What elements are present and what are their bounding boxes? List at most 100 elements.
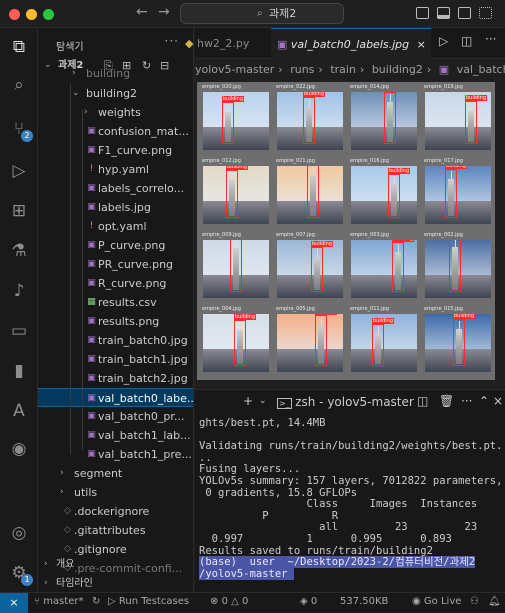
- remote-indicator-icon[interactable]: ⨯: [0, 593, 28, 613]
- breadcrumb-item[interactable]: building2: [372, 63, 423, 76]
- remote-explorer-icon[interactable]: ▭: [8, 320, 30, 342]
- chevron-down-icon[interactable]: ⌄: [259, 396, 267, 406]
- tree-file[interactable]: ! hyp.yaml: [38, 160, 193, 179]
- tree-file[interactable]: ◇ .gitattributes: [38, 521, 193, 540]
- testing-icon[interactable]: ⚗: [8, 240, 30, 262]
- breadcrumb-item[interactable]: runs: [290, 63, 314, 76]
- tab-hw2-2-py[interactable]: ◆ hw2_2.py: [185, 28, 263, 59]
- terminal-selector[interactable]: >_ zsh - yolov5-master: [277, 395, 414, 409]
- image-preview: empire_020.jpg building empire_022.jpg buil…: [197, 82, 495, 380]
- tree-file[interactable]: ▣ val_batch1_pre...: [38, 445, 193, 464]
- command-center-search[interactable]: ⌕ 과제2: [180, 3, 344, 24]
- preview-tile: empire_020.jpg building: [201, 84, 271, 154]
- tree-file[interactable]: ▣ train_batch1.jpg: [38, 350, 193, 369]
- maximize-window-button[interactable]: [43, 9, 54, 20]
- tree-file[interactable]: ▣ val_batch1_lab...: [38, 426, 193, 445]
- errors-status[interactable]: ⊗ 0 △ 0: [210, 596, 248, 607]
- charts-icon[interactable]: ▮: [8, 360, 30, 382]
- split-terminal-icon[interactable]: ◫: [417, 394, 428, 408]
- forward-arrow-icon[interactable]: →: [158, 4, 170, 20]
- building-photo: building: [203, 166, 269, 224]
- run-debug-icon[interactable]: ▷: [8, 160, 30, 182]
- terminal-output[interactable]: ghts/best.pt, 14.4MB Validating runs/trai…: [199, 417, 502, 580]
- outline-section[interactable]: › 개요: [38, 555, 193, 574]
- split-editor-icon[interactable]: ◫: [461, 34, 472, 48]
- toggle-secondary-sidebar-icon[interactable]: [458, 7, 471, 19]
- timeline-section[interactable]: › 타임라인: [38, 574, 193, 592]
- copilot-icon[interactable]: ⚇: [470, 596, 479, 607]
- terminal-line: ghts/best.pt, 14.4MB: [199, 417, 326, 429]
- tree-file[interactable]: ▣ train_batch0.jpg: [38, 331, 193, 350]
- breadcrumb-item[interactable]: yolov5-master: [195, 63, 274, 76]
- tree-item-label: weights: [98, 106, 141, 119]
- more-actions-icon[interactable]: ···: [461, 394, 472, 408]
- minimize-window-button[interactable]: [26, 9, 37, 20]
- bounding-box-label: building: [372, 318, 395, 324]
- tile-filename: empire_003.jpg: [350, 232, 389, 238]
- tree-file[interactable]: ◇ .dockerignore: [38, 502, 193, 521]
- image-file-icon: ▣: [87, 449, 96, 459]
- preview-tile: empire_014.jpg building: [349, 84, 419, 154]
- tree-item-label: labels.jpg: [98, 201, 151, 214]
- extensions-icon[interactable]: ⊞: [8, 200, 30, 222]
- tile-filename: empire_017.jpg: [424, 158, 463, 164]
- branch-status[interactable]: ⑂ master*: [34, 596, 83, 607]
- tree-file[interactable]: ▣ F1_curve.png: [38, 141, 193, 160]
- tab-val-batch0-labels[interactable]: ▣ val_batch0_labels.jpg ×: [271, 28, 431, 59]
- breadcrumb-item[interactable]: val_batch0_labels.jpg: [457, 63, 505, 76]
- image-icon: ▣: [438, 63, 450, 76]
- ports-icon[interactable]: ◈ 0: [300, 596, 317, 607]
- tree-file[interactable]: ▣ val_batch0_pr...: [38, 407, 193, 426]
- tile-filename: empire_021.jpg: [276, 158, 315, 164]
- back-arrow-icon[interactable]: ←: [136, 4, 148, 20]
- tree-folder[interactable]: › building: [38, 64, 193, 83]
- github-icon[interactable]: ◉: [8, 438, 30, 460]
- tree-file[interactable]: ▣ PR_curve.png: [38, 255, 193, 274]
- maximize-panel-icon[interactable]: ⌃: [479, 394, 489, 408]
- breadcrumb-item[interactable]: train: [330, 63, 356, 76]
- more-actions-icon[interactable]: ···: [485, 32, 496, 46]
- toggle-sidebar-icon[interactable]: [416, 7, 429, 19]
- tree-file[interactable]: ▣ P_curve.png: [38, 236, 193, 255]
- tree-file[interactable]: ! opt.yaml: [38, 217, 193, 236]
- notifications-icon[interactable]: 🔔︎: [488, 596, 501, 607]
- go-live-button[interactable]: ◉ Go Live: [412, 596, 461, 607]
- tree-file[interactable]: ▣ confusion_mat...: [38, 122, 193, 141]
- tree-folder[interactable]: › weights: [38, 103, 193, 122]
- tree-file[interactable]: ▣ labels.jpg: [38, 198, 193, 217]
- tree-file[interactable]: ▣ results.png: [38, 312, 193, 331]
- tree-folder[interactable]: › segment: [38, 464, 193, 483]
- tree-item-label: opt.yaml: [98, 220, 147, 233]
- run-icon[interactable]: ▷: [439, 34, 448, 48]
- problems-status[interactable]: ▷ Run Testcases: [108, 596, 189, 607]
- customize-layout-icon[interactable]: [479, 7, 492, 19]
- close-tab-icon[interactable]: ×: [417, 38, 426, 51]
- bounding-box: [465, 101, 477, 144]
- building-photo: building: [277, 240, 343, 298]
- tree-file[interactable]: ▣ R_curve.png: [38, 274, 193, 293]
- toggle-panel-icon[interactable]: [437, 7, 450, 19]
- close-window-button[interactable]: [9, 9, 20, 20]
- tree-folder[interactable]: ⌄ building2: [38, 84, 193, 103]
- azure-icon[interactable]: A: [8, 400, 30, 422]
- building-photo: building: [351, 166, 417, 224]
- tree-file[interactable]: ▣ train_batch2.jpg: [38, 369, 193, 388]
- bounding-box-label: building: [226, 166, 249, 170]
- new-terminal-icon[interactable]: +: [243, 394, 253, 408]
- search-icon[interactable]: ⌕: [8, 74, 30, 96]
- sync-icon[interactable]: ↻: [92, 596, 100, 607]
- timeline-icon[interactable]: ♪: [8, 280, 30, 302]
- tree-file[interactable]: ▦ results.csv: [38, 293, 193, 312]
- trash-icon[interactable]: 🗑︎: [439, 394, 454, 408]
- explorer-icon[interactable]: ⧉: [8, 36, 30, 58]
- tree-file[interactable]: ▣ labels_correlo...: [38, 179, 193, 198]
- account-icon[interactable]: ◎: [8, 522, 30, 544]
- tree-folder[interactable]: › utils: [38, 483, 193, 502]
- bounding-box-label: building: [315, 314, 338, 315]
- tree-file[interactable]: ▣ val_batch0_labe...: [38, 388, 193, 407]
- close-panel-icon[interactable]: ×: [493, 394, 503, 408]
- terminal-icon: >_: [277, 398, 292, 409]
- terminal-prompt: (base) user ~/Desktop/2023-2/컴퓨터비전/과제2: [199, 556, 476, 569]
- more-actions-icon[interactable]: ···: [165, 34, 179, 48]
- tree-item-label: results.png: [98, 315, 160, 328]
